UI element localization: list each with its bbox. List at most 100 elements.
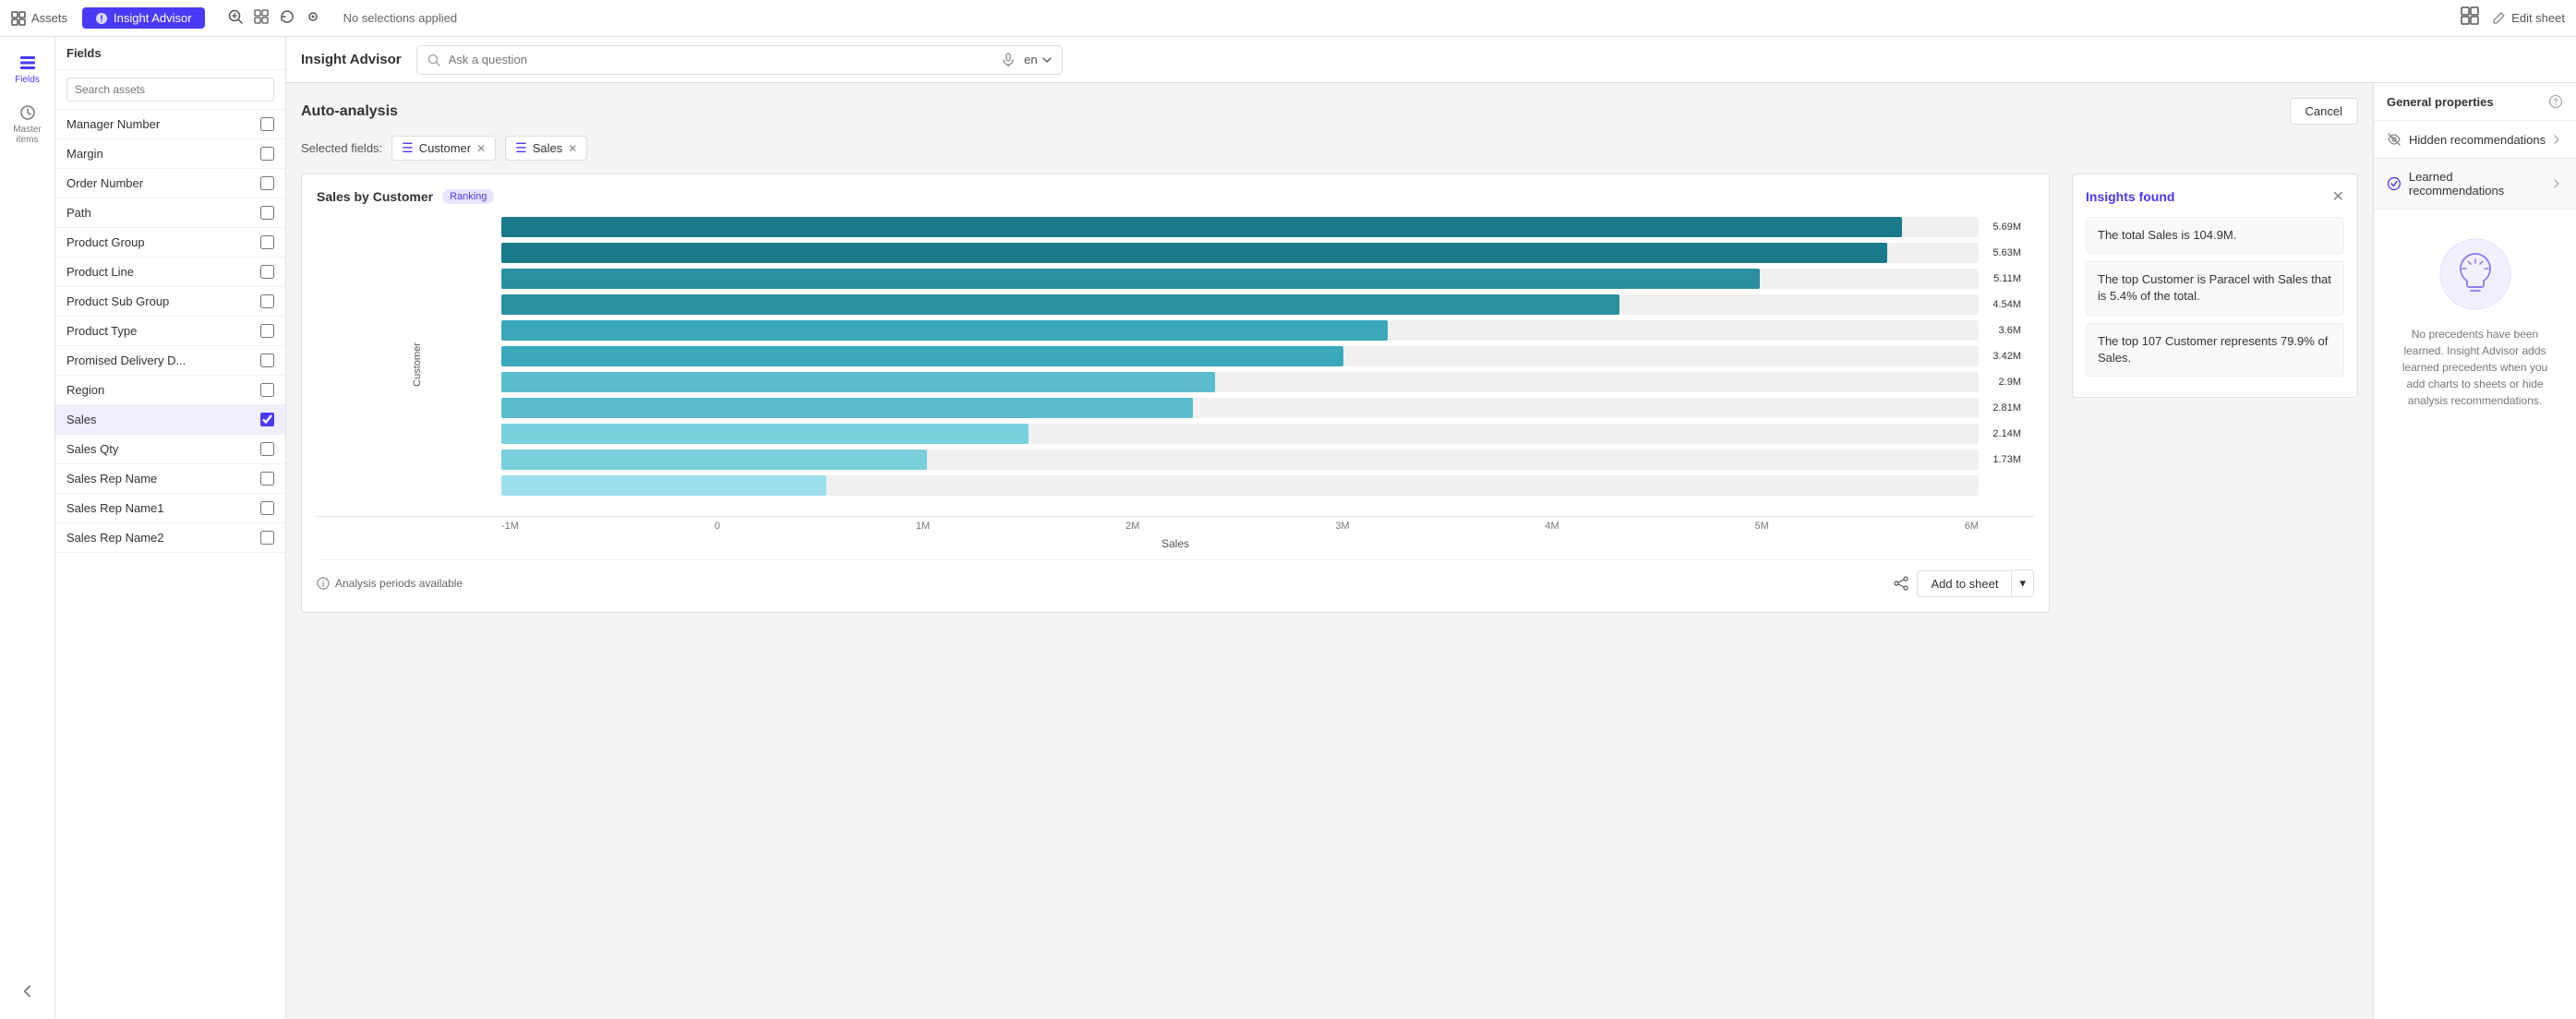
main-content: Auto-analysis Cancel Selected fields: ☰ …	[286, 83, 2576, 1019]
bar-row: PageWave5.63M	[501, 243, 1979, 263]
field-label: Product Line	[66, 265, 260, 279]
field-item[interactable]: Margin	[55, 139, 285, 169]
expand-icon[interactable]	[253, 8, 270, 28]
field-checkbox[interactable]	[260, 324, 274, 338]
main-layout: Fields Master items Fields Manager Numbe…	[0, 37, 2576, 1019]
sidebar-item-fields[interactable]: Fields	[0, 46, 54, 92]
field-checkbox[interactable]	[260, 354, 274, 367]
bar-value: 3.42M	[1992, 351, 2021, 362]
field-label: Sales Rep Name	[66, 472, 260, 486]
field-label: Product Sub Group	[66, 294, 260, 308]
hidden-recommendations-section[interactable]: Hidden recommendations	[2374, 121, 2576, 159]
field-label: Sales Qty	[66, 442, 260, 456]
close-insights-button[interactable]: ✕	[2332, 187, 2344, 206]
field-item[interactable]: Manager Number	[55, 110, 285, 139]
bar-value: 2.14M	[1992, 428, 2021, 439]
field-item[interactable]: Product Type	[55, 317, 285, 346]
field-item[interactable]: Sales Rep Name	[55, 464, 285, 494]
insight-advisor-tab[interactable]: Insight Advisor	[82, 7, 205, 29]
field-checkbox[interactable]	[260, 117, 274, 131]
x-axis-tick: 0	[715, 521, 720, 532]
insight-item: The top 107 Customer represents 79.9% of…	[2086, 323, 2344, 377]
zoom-in-icon[interactable]	[227, 8, 244, 28]
check-circle-icon	[2387, 176, 2401, 191]
customer-field-icon: ☰	[402, 140, 414, 156]
field-checkbox[interactable]	[260, 531, 274, 545]
insight-icon	[95, 12, 108, 25]
sidebar-collapse-button[interactable]	[15, 975, 41, 1008]
field-checkbox[interactable]	[260, 147, 274, 161]
bar-fill	[501, 475, 826, 496]
edit-icon	[2491, 11, 2506, 26]
rotate-icon[interactable]	[279, 8, 295, 28]
bar-fill	[501, 269, 1760, 289]
bar-container: 5.69M	[501, 217, 1979, 237]
bar-container: 3.42M	[501, 346, 1979, 366]
field-checkbox[interactable]	[260, 501, 274, 515]
bar-row: Matradi1.73M	[501, 450, 1979, 470]
share-icon[interactable]	[1893, 575, 1909, 592]
selected-fields-row: Selected fields: ☰ Customer ✕ ☰ Sales ✕	[301, 136, 2358, 161]
master-items-icon	[18, 103, 37, 122]
ask-question-input[interactable]	[449, 53, 993, 66]
bar-row: Talarian4.54M	[501, 294, 1979, 315]
add-to-sheet-button[interactable]: Add to sheet	[1917, 570, 2012, 597]
field-checkbox[interactable]	[260, 265, 274, 279]
field-checkbox[interactable]	[260, 383, 274, 397]
selected-field-sales: ☰ Sales ✕	[505, 136, 587, 161]
bar-container: 1.73M	[501, 450, 1979, 470]
remove-sales-button[interactable]: ✕	[568, 142, 577, 155]
bar-row: Userland3.6M	[501, 320, 1979, 341]
top-bar-right: Edit sheet	[2460, 6, 2565, 30]
lightbulb-area: No precedents have been learned. Insight…	[2374, 210, 2576, 1019]
field-item[interactable]: Product Sub Group	[55, 287, 285, 317]
field-item[interactable]: Sales Rep Name1	[55, 494, 285, 523]
field-checkbox[interactable]	[260, 442, 274, 456]
field-item[interactable]: Sales Rep Name2	[55, 523, 285, 553]
bar-row: Tandy Corporation2.81M	[501, 398, 1979, 418]
pin-icon[interactable]	[305, 8, 321, 28]
add-to-sheet-dropdown[interactable]: ▾	[2012, 569, 2034, 597]
fields-search-input[interactable]	[66, 78, 274, 102]
x-axis-tick: 5M	[1755, 521, 1769, 532]
bar-row: Acer2.9M	[501, 372, 1979, 392]
bar-fill	[501, 320, 1388, 341]
field-checkbox[interactable]	[260, 472, 274, 486]
grid-view-icon[interactable]	[2460, 6, 2480, 30]
field-checkbox[interactable]	[260, 294, 274, 308]
cancel-button[interactable]: Cancel	[2290, 98, 2358, 125]
remove-customer-button[interactable]: ✕	[476, 142, 486, 155]
field-item[interactable]: Product Group	[55, 228, 285, 258]
help-icon[interactable]	[2548, 94, 2563, 109]
field-item[interactable]: Product Line	[55, 258, 285, 287]
field-item[interactable]: Sales	[55, 405, 285, 435]
field-item[interactable]: Sales Qty	[55, 435, 285, 464]
field-label: Margin	[66, 147, 260, 161]
selected-fields-label: Selected fields:	[301, 141, 382, 155]
field-item[interactable]: Promised Delivery D...	[55, 346, 285, 376]
x-axis-label-text: Sales	[317, 537, 2034, 550]
chevron-right-icon	[2550, 133, 2563, 146]
field-item[interactable]: Region	[55, 376, 285, 405]
field-checkbox[interactable]	[260, 235, 274, 249]
insights-title: Insights found	[2086, 189, 2174, 204]
field-checkbox[interactable]	[260, 413, 274, 426]
assets-nav[interactable]: Assets	[11, 11, 67, 26]
sidebar-item-master-items[interactable]: Master items	[0, 96, 54, 152]
learned-recommendations-section[interactable]: Learned recommendations	[2374, 159, 2576, 210]
microphone-icon[interactable]	[1000, 52, 1017, 68]
language-selector[interactable]: en	[1024, 53, 1052, 66]
bar-row: Target3.42M	[501, 346, 1979, 366]
edit-sheet-button[interactable]: Edit sheet	[2491, 11, 2565, 26]
insights-header: Insights found ✕	[2086, 187, 2344, 206]
hidden-recommendations-left: Hidden recommendations	[2387, 132, 2546, 147]
field-item[interactable]: Order Number	[55, 169, 285, 198]
x-axis-tick: 6M	[1965, 521, 1979, 532]
icon-sidebar: Fields Master items	[0, 37, 55, 1019]
y-axis-label: Customer	[412, 342, 423, 387]
field-item[interactable]: Path	[55, 198, 285, 228]
field-checkbox[interactable]	[260, 176, 274, 190]
field-checkbox[interactable]	[260, 206, 274, 220]
collapse-icon	[18, 982, 37, 1001]
chart-card-wrapper: Sales by Customer Ranking Customer Parac…	[301, 174, 2050, 624]
